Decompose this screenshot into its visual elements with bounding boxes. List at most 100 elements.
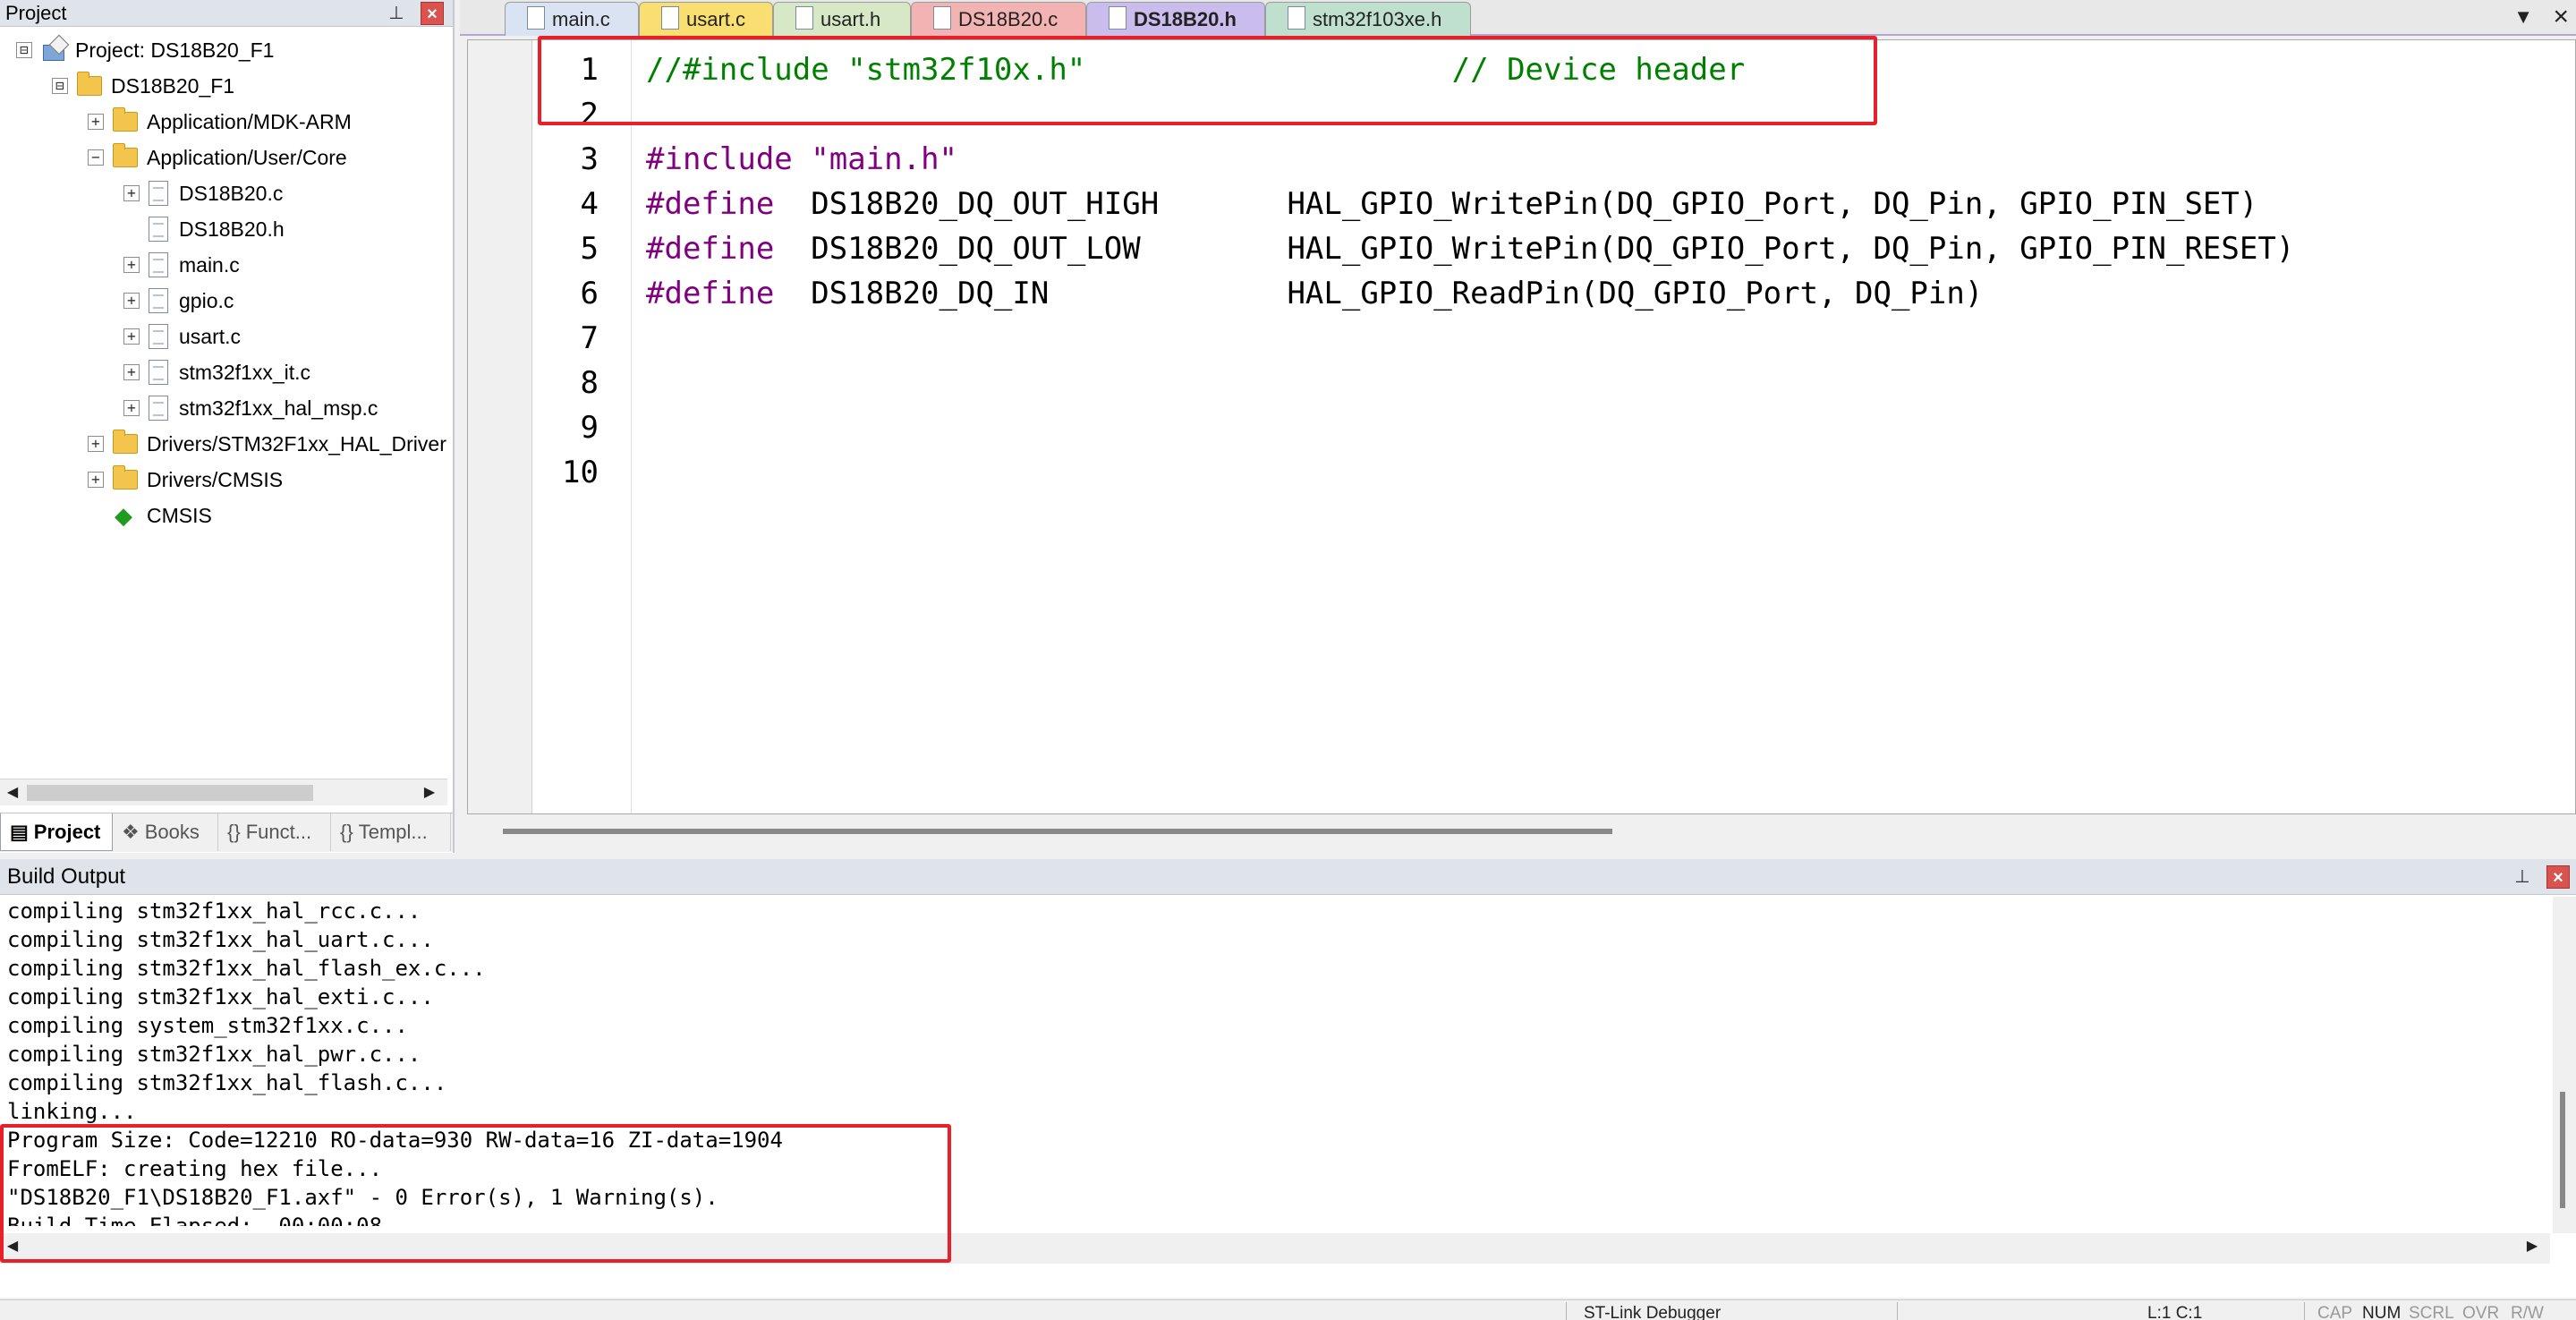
line-number-column: 1 2 3 4 5 6 7 8 9 10 <box>532 40 631 813</box>
functions-icon: {} <box>227 821 241 843</box>
scrollbar-thumb[interactable] <box>503 829 1612 834</box>
file-icon <box>149 288 168 313</box>
expand-icon[interactable]: + <box>88 114 104 130</box>
pin-icon[interactable]: ⊥ <box>385 2 408 25</box>
close-icon[interactable]: × <box>2546 865 2570 889</box>
scrollbar-thumb[interactable] <box>27 785 313 801</box>
tree-item-component[interactable]: ◆ CMSIS <box>88 499 212 532</box>
tree-item-file[interactable]: + usart.c <box>123 320 241 353</box>
tree-horizontal-scrollbar[interactable]: ◀ ▶ <box>0 779 447 805</box>
line-number: 9 <box>580 410 599 446</box>
tab-ds18b20-h[interactable]: DS18B20.h <box>1086 2 1265 36</box>
tree-item-label: Project: DS18B20_F1 <box>75 38 275 62</box>
code-text-area[interactable]: //#include "stm32f10x.h" // Device heade… <box>631 40 2575 813</box>
file-icon <box>1109 6 1126 30</box>
tree-item-label: stm32f1xx_it.c <box>179 360 310 384</box>
tree-item-label: DS18B20.c <box>179 181 284 205</box>
expand-icon[interactable]: + <box>123 400 140 416</box>
tab-label: DS18B20.h <box>1134 7 1237 30</box>
tree-item-file[interactable]: + DS18B20.c <box>123 177 283 209</box>
tree-item-file[interactable]: + main.c <box>123 249 240 281</box>
cmsis-component-icon: ◆ <box>115 502 132 529</box>
file-icon <box>149 396 168 421</box>
tab-label: Books <box>144 821 200 843</box>
expand-icon[interactable]: + <box>123 364 140 380</box>
tree-item-target[interactable]: ⊟ DS18B20_F1 <box>52 70 234 102</box>
code-line-3[interactable]: #include "main.h" <box>646 137 957 182</box>
scroll-right-icon[interactable]: ▶ <box>2520 1233 2545 1260</box>
code-editor[interactable]: 1 2 3 4 5 6 7 8 9 10 //#include "stm32f1… <box>467 39 2576 814</box>
tab-books[interactable]: ❖ Books <box>113 813 218 851</box>
tab-list-dropdown-icon[interactable]: ▼ <box>2513 5 2533 29</box>
tree-item-label: usart.c <box>179 324 242 348</box>
editor-area: main.c usart.c usart.h DS18B20.c DS18B20… <box>460 0 2576 853</box>
tab-label: Templ... <box>358 821 428 843</box>
scroll-left-icon[interactable]: ◀ <box>0 779 25 806</box>
status-debugger: ST-Link Debugger <box>1584 1304 1722 1320</box>
file-icon <box>661 6 679 30</box>
tree-item-label: stm32f1xx_hal_msp.c <box>179 396 378 420</box>
output-line: compiling system_stm32f1xx.c... <box>7 1013 408 1038</box>
project-tab-icon: ▤ <box>10 820 29 843</box>
status-scrl: SCRL <box>2409 1304 2454 1320</box>
status-cursor-position: L:1 C:1 <box>2147 1304 2203 1320</box>
tab-main-c[interactable]: main.c <box>505 2 639 36</box>
code-string: "main.h" <box>811 141 958 177</box>
expand-icon[interactable]: + <box>123 328 140 345</box>
code-line-4[interactable]: #define DS18B20_DQ_OUT_HIGH HAL_GPIO_Wri… <box>646 182 2257 226</box>
project-tree: ⊟ Project: DS18B20_F1 ⊟ DS18B20_F1 + App… <box>0 27 453 779</box>
tab-usart-c[interactable]: usart.c <box>639 2 773 36</box>
scroll-right-icon[interactable]: ▶ <box>417 779 442 806</box>
code-line-5[interactable]: #define DS18B20_DQ_OUT_LOW HAL_GPIO_Writ… <box>646 226 2294 271</box>
code-text: DS18B20_DQ_OUT_HIGH HAL_GPIO_WritePin(DQ… <box>774 186 2258 222</box>
pin-icon[interactable]: ⊥ <box>2511 865 2534 889</box>
tab-label: usart.c <box>686 7 746 30</box>
editor-horizontal-scrollbar[interactable] <box>467 816 2576 848</box>
file-icon <box>933 6 951 30</box>
tree-item-project[interactable]: ⊟ Project: DS18B20_F1 <box>16 34 274 66</box>
tree-item-file[interactable]: + stm32f1xx_hal_msp.c <box>123 392 378 424</box>
tree-item-group[interactable]: + Application/MDK-ARM <box>88 106 352 138</box>
expand-icon[interactable]: + <box>123 293 140 309</box>
tab-templates[interactable]: {} Templ... <box>331 813 451 851</box>
expand-icon[interactable]: + <box>88 472 104 488</box>
tree-item-file[interactable]: DS18B20.h <box>123 213 285 245</box>
tab-usart-h[interactable]: usart.h <box>773 2 911 36</box>
expand-icon[interactable]: + <box>123 257 140 273</box>
output-line: compiling stm32f1xx_hal_rcc.c... <box>7 898 421 924</box>
collapse-icon[interactable]: ⊟ <box>52 78 68 94</box>
tab-label: Funct... <box>245 821 312 843</box>
line-number: 5 <box>580 231 599 267</box>
tab-functions[interactable]: {} Funct... <box>218 813 331 851</box>
close-editor-icon[interactable]: × <box>2553 2 2569 32</box>
tab-ds18b20-c[interactable]: DS18B20.c <box>911 2 1086 36</box>
tree-item-file[interactable]: + gpio.c <box>123 285 234 317</box>
collapse-icon[interactable]: − <box>88 149 104 166</box>
tree-item-group[interactable]: + Drivers/STM32F1xx_HAL_Driver <box>88 428 446 460</box>
tab-project[interactable]: ▤ Project <box>0 813 113 851</box>
file-icon <box>149 181 168 206</box>
file-icon <box>795 6 813 30</box>
tab-label: main.c <box>552 7 610 30</box>
code-keyword: #define <box>646 276 775 311</box>
scrollbar-thumb[interactable] <box>2560 1092 2565 1208</box>
output-line: compiling stm32f1xx_hal_uart.c... <box>7 927 434 952</box>
tree-item-file[interactable]: + stm32f1xx_it.c <box>123 356 310 388</box>
editor-gutter[interactable] <box>468 40 532 813</box>
tree-item-group[interactable]: + Drivers/CMSIS <box>88 464 283 496</box>
build-vertical-scrollbar[interactable] <box>2553 897 2576 1233</box>
code-keyword: #define <box>646 186 775 222</box>
collapse-icon[interactable]: ⊟ <box>16 42 32 58</box>
expand-icon[interactable]: + <box>123 185 140 201</box>
templates-icon: {} <box>340 821 353 843</box>
close-icon[interactable]: × <box>421 2 444 25</box>
tree-item-group[interactable]: − Application/User/Core <box>88 141 347 174</box>
tab-stm32f103xe-h[interactable]: stm32f103xe.h <box>1265 2 1471 36</box>
status-divider <box>2304 1302 2305 1320</box>
folder-open-icon <box>113 143 138 167</box>
code-line-6[interactable]: #define DS18B20_DQ_IN HAL_GPIO_ReadPin(D… <box>646 271 1983 316</box>
expand-icon[interactable]: + <box>88 436 104 452</box>
line-number: 6 <box>580 276 599 311</box>
